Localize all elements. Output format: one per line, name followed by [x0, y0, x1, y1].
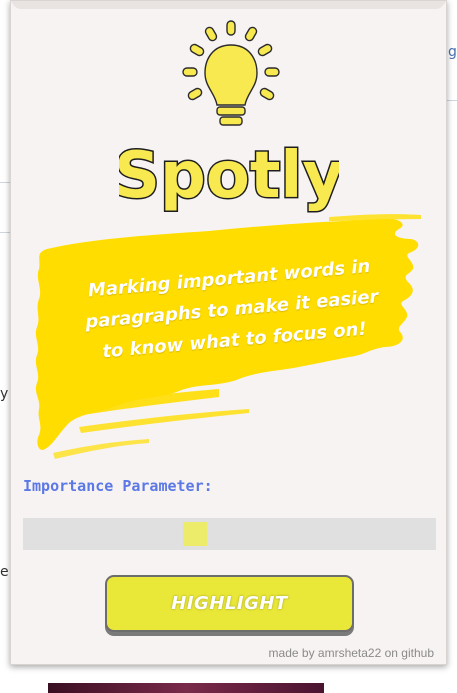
importance-parameter-label: Importance Parameter:	[23, 477, 213, 495]
credit-text: made by amrsheta22 on github	[268, 646, 434, 660]
popup-top-edge	[11, 1, 446, 9]
lightbulb-icon	[182, 20, 280, 126]
page-image	[48, 683, 324, 693]
page-divider	[447, 100, 457, 101]
extension-popup: Spotly Marking important words in paragr…	[10, 0, 447, 665]
importance-slider[interactable]	[23, 518, 436, 550]
page-text-fragment: g	[448, 44, 457, 60]
highlight-button[interactable]: HIGHLIGHT	[105, 575, 354, 632]
app-logo: Spotly	[119, 138, 339, 215]
slider-thumb[interactable]	[183, 522, 207, 546]
page-divider	[0, 182, 10, 183]
page-divider	[0, 232, 10, 233]
page-text-fragment: y	[0, 386, 9, 402]
page-text-fragment: e	[0, 564, 9, 580]
app-title: Spotly	[119, 139, 339, 213]
